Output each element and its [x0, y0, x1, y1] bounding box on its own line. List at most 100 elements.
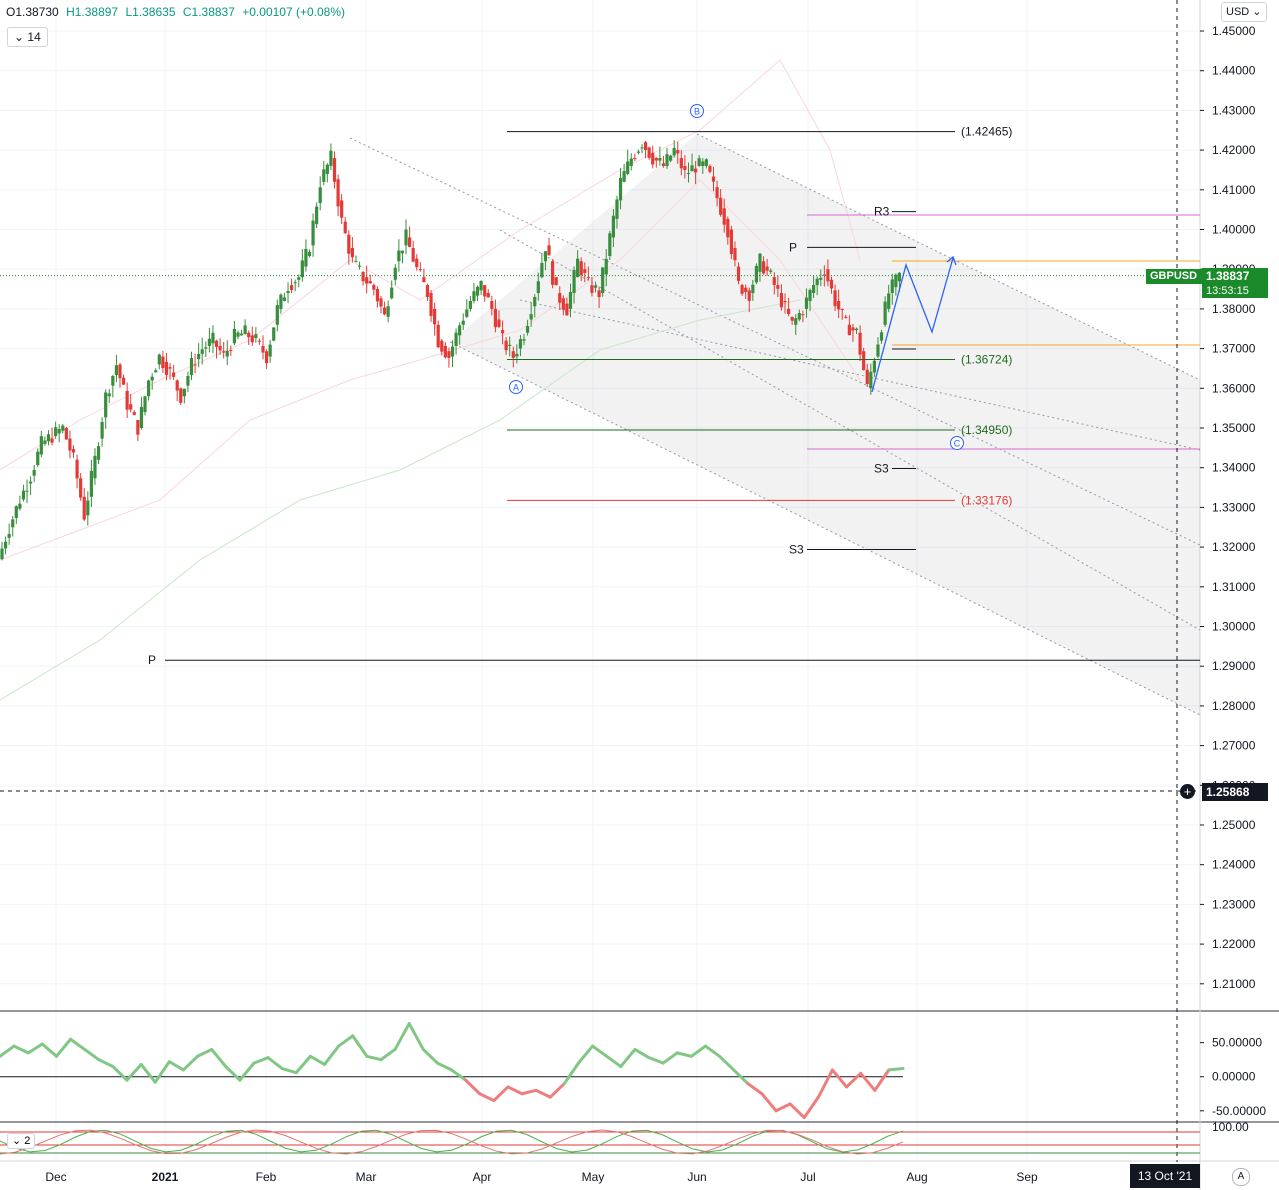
oscillator-segment [12, 1044, 30, 1055]
candle-body [665, 154, 669, 166]
oscillator-segment [308, 1054, 327, 1066]
candle-body [254, 334, 258, 339]
candle-body [114, 365, 119, 376]
candle-body [200, 349, 204, 354]
candle-body [304, 248, 308, 267]
candle-body [676, 150, 680, 154]
candle-body [143, 396, 147, 413]
candle-body [826, 269, 830, 282]
symbol-badge: GBPUSD [1146, 269, 1206, 284]
y-tick-label: 1.38000 [1212, 302, 1256, 316]
y-tick-label: 1.25000 [1212, 818, 1256, 832]
candle-body [508, 344, 512, 346]
countdown-badge: 13:53:15 [1202, 284, 1268, 298]
candle-body [658, 157, 662, 161]
y-tick-label: 1.32000 [1212, 540, 1256, 554]
candle-body [450, 346, 455, 357]
oscillator-segment [802, 1095, 820, 1120]
y-tick-label: 1.41000 [1212, 183, 1256, 197]
oscillator-segment [54, 1037, 73, 1058]
x-tick-label: Apr [473, 1170, 492, 1184]
candle-body [347, 234, 351, 254]
candle-body [479, 280, 483, 291]
candle-body [11, 519, 15, 528]
y-tick-label: 1.29000 [1212, 659, 1256, 673]
oscillator-segment [167, 1060, 185, 1072]
candle-body [808, 289, 812, 301]
candle-body [75, 459, 79, 479]
ohlc-close: C1.38837 [182, 5, 235, 19]
candle-body [829, 279, 834, 289]
subpane-legend[interactable]: ⌄ 2 [7, 1133, 36, 1149]
y-tick-label: 1.22000 [1212, 937, 1256, 951]
y-tick-label: 1.45000 [1212, 24, 1256, 38]
candle-body [597, 290, 601, 297]
candle-body [894, 274, 898, 288]
candle-body [629, 158, 633, 166]
candle-body [154, 370, 158, 373]
x-tick-label: Aug [906, 1170, 927, 1184]
candle-body [418, 269, 422, 271]
candle-body [593, 285, 598, 288]
candle-body [833, 290, 837, 307]
oscillator-y-label: 50.00000 [1212, 1036, 1262, 1050]
candle-body [815, 278, 819, 286]
candle-body [82, 496, 86, 520]
oscillator-segment [534, 1088, 552, 1099]
candle-body [415, 258, 419, 268]
candle-body [726, 218, 730, 238]
oscillator-segment [294, 1054, 312, 1075]
crosshair-add-icon[interactable]: + [1180, 784, 1195, 799]
oscillator-segment [238, 1061, 256, 1082]
candle-body [318, 187, 322, 204]
oscillator-segment [661, 1051, 679, 1065]
x-tick-label: Mar [356, 1170, 377, 1184]
candle-body [686, 172, 691, 174]
candle-body [858, 332, 862, 355]
candle-body [0, 548, 4, 560]
candle-body [39, 436, 43, 455]
candle-body [493, 308, 498, 328]
candle-body [604, 258, 608, 275]
oscillator-segment [337, 1034, 355, 1048]
y-tick-label: 1.44000 [1212, 64, 1256, 78]
candle-body [740, 285, 744, 294]
candle-body [847, 324, 851, 336]
candle-body [765, 266, 769, 271]
candle-body [172, 372, 176, 377]
candle-body [897, 272, 902, 282]
candle-body [776, 285, 780, 289]
candle-body [315, 206, 319, 225]
oscillator-segment [760, 1092, 778, 1113]
candle-body [869, 371, 873, 389]
indicator-interval-input[interactable]: ⌄ 14 [7, 27, 48, 47]
ohlc-low: L1.38635 [125, 5, 176, 19]
candle-body [618, 177, 623, 201]
candle-body [647, 147, 651, 158]
candle-body [332, 158, 337, 182]
oscillator-segment [816, 1068, 834, 1099]
candle-body [57, 429, 61, 434]
candle-body [322, 169, 326, 182]
candle-body [182, 388, 186, 397]
candle-body [107, 393, 111, 397]
candle-body [261, 345, 265, 353]
candle-body [458, 325, 462, 336]
candle-body [733, 248, 737, 261]
auto-scale-button[interactable]: A [1232, 1168, 1250, 1186]
oscillator-segment [0, 1044, 16, 1058]
candle-body [518, 339, 523, 349]
candle-body [43, 440, 47, 444]
chart-canvas[interactable]: (1.42465) (1.36724) (1.34950) (1.33176) R3 P S… [0, 0, 1279, 1190]
candle-body [325, 164, 329, 174]
candle-body [350, 248, 354, 258]
candle-body [14, 506, 18, 518]
candle-body [661, 163, 666, 166]
candle-body [840, 308, 844, 310]
currency-label: USD [1226, 6, 1250, 18]
candle-body [407, 237, 412, 247]
candle-body [601, 267, 605, 294]
y-tick-label: 1.33000 [1212, 500, 1256, 514]
candle-body [282, 297, 287, 301]
currency-select[interactable]: USD ⌄ [1221, 2, 1267, 22]
